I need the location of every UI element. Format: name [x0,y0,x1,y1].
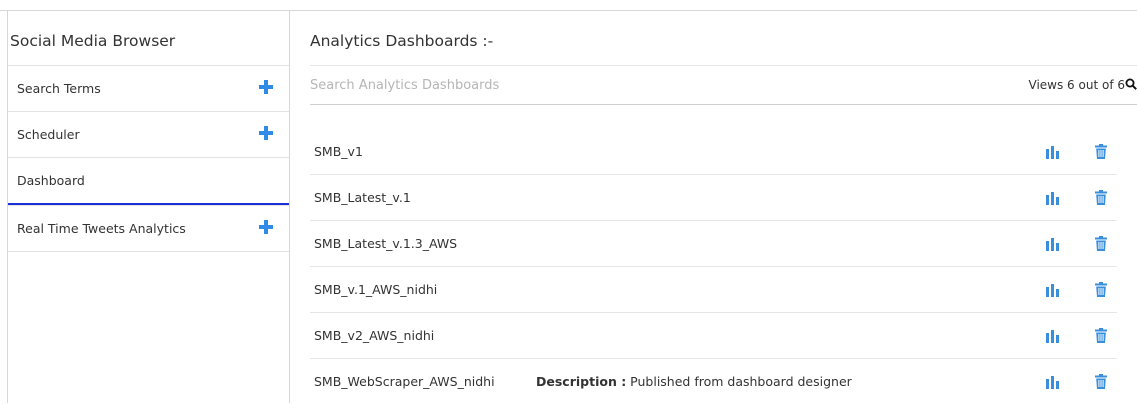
sidebar-item-label: Real Time Tweets Analytics [17,221,186,236]
dashboard-name[interactable]: SMB_Latest_v.1.3_AWS [314,221,457,267]
sidebar-item-label: Search Terms [17,81,101,96]
sidebar-item-scheduler[interactable]: Scheduler [8,111,289,157]
dashboard-row: SMB_v2_AWS_nidhi [310,313,1117,359]
sidebar-item-search-terms[interactable]: Search Terms [8,65,289,111]
sidebar-item-dashboard[interactable]: Dashboard [8,157,289,205]
dashboard-row: SMB_Latest_v.1.3_AWS [310,221,1117,267]
sidebar-title: Social Media Browser [10,32,176,50]
sidebar: Social Media Browser Search Terms Schedu… [7,11,290,403]
trash-icon[interactable] [1095,374,1107,389]
trash-icon[interactable] [1095,236,1107,251]
description-label: Description : [536,374,627,389]
bar-chart-icon[interactable] [1046,376,1059,389]
trash-icon[interactable] [1095,190,1107,205]
page-title: Analytics Dashboards :- [310,32,494,50]
main-panel: Analytics Dashboards :- Views 6 out of 6… [290,11,1137,403]
dashboard-name[interactable]: SMB_WebScraper_AWS_nidhi [314,359,495,405]
plus-icon[interactable] [258,219,274,235]
dashboard-row: SMB_v1 [310,129,1117,175]
bar-chart-icon[interactable] [1046,284,1059,297]
sidebar-divider [8,251,289,252]
dashboard-name[interactable]: SMB_v2_AWS_nidhi [314,313,434,359]
trash-icon[interactable] [1095,328,1107,343]
views-count: Views 6 out of 6 [1028,78,1125,92]
search-icon[interactable] [1125,78,1137,90]
dashboard-description: Description : Published from dashboard d… [536,359,852,405]
search-input[interactable] [310,66,910,104]
search-bar: Views 6 out of 6 [310,65,1137,105]
dashboard-name[interactable]: SMB_v1 [314,129,363,175]
dashboard-row: SMB_Latest_v.1 [310,175,1117,221]
trash-icon[interactable] [1095,144,1107,159]
sidebar-item-label: Dashboard [17,173,85,188]
bar-chart-icon[interactable] [1046,238,1059,251]
dashboard-row: SMB_v.1_AWS_nidhi [310,267,1117,313]
bar-chart-icon[interactable] [1046,146,1059,159]
sidebar-item-label: Scheduler [17,127,80,142]
plus-icon[interactable] [258,79,274,95]
trash-icon[interactable] [1095,282,1107,297]
dashboard-name[interactable]: SMB_v.1_AWS_nidhi [314,267,437,313]
dashboard-name[interactable]: SMB_Latest_v.1 [314,175,411,221]
sidebar-item-real-time-tweets-analytics[interactable]: Real Time Tweets Analytics [8,205,289,251]
bar-chart-icon[interactable] [1046,330,1059,343]
description-text: Published from dashboard designer [626,374,852,389]
dashboard-row: SMB_WebScraper_AWS_nidhi Description : P… [310,359,1117,405]
plus-icon[interactable] [258,125,274,141]
bar-chart-icon[interactable] [1046,192,1059,205]
